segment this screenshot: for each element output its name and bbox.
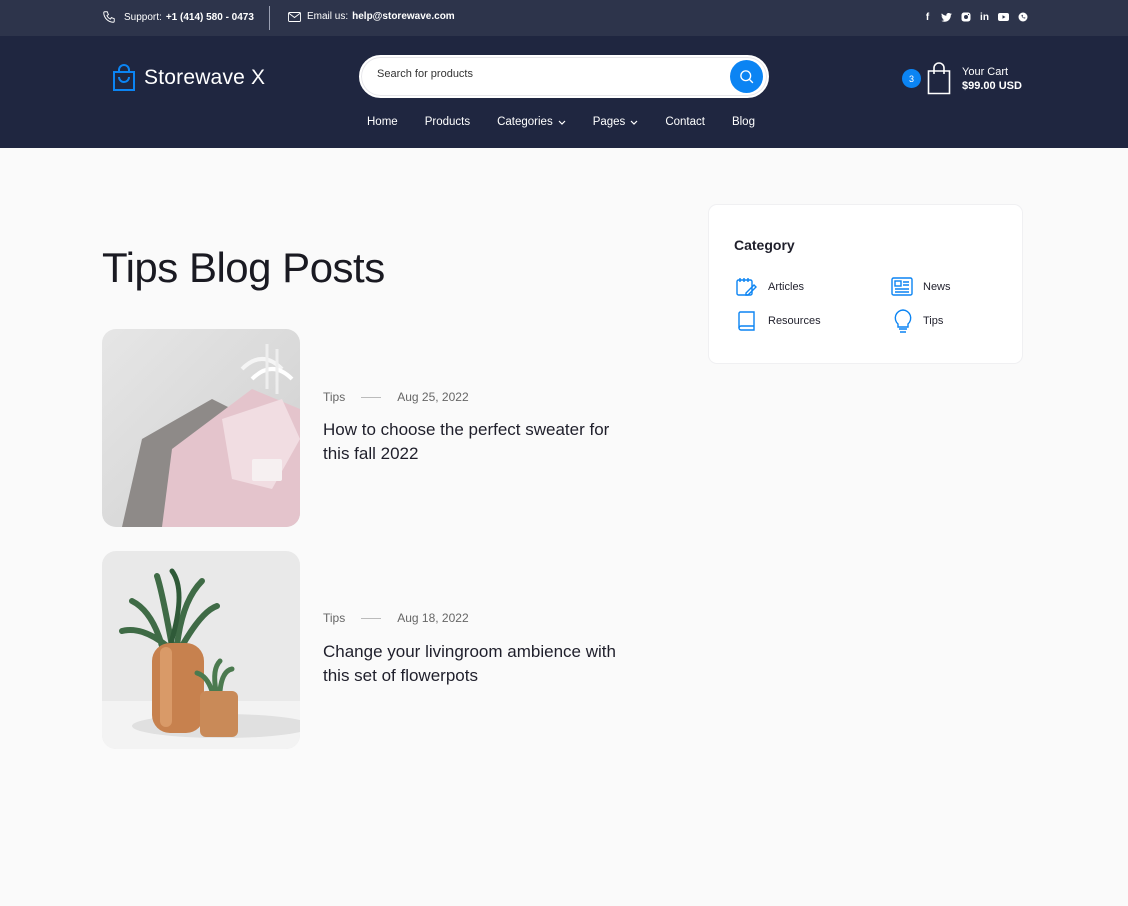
mail-icon — [288, 11, 301, 22]
post-title[interactable]: How to choose the perfect sweater for th… — [323, 418, 623, 466]
email-address[interactable]: help@storewave.com — [352, 11, 455, 22]
post-meta: Tips Aug 25, 2022 — [323, 390, 469, 404]
meta-divider — [361, 617, 382, 619]
cart-summary: Your Cart $99.00 USD — [962, 65, 1022, 93]
phone-icon — [103, 11, 115, 23]
post-thumbnail[interactable] — [102, 329, 300, 527]
notepad-pencil-icon — [736, 278, 757, 296]
post-thumbnail[interactable] — [102, 551, 300, 749]
nav-item-contact[interactable]: Contact — [665, 116, 705, 128]
lightbulb-icon — [894, 309, 912, 333]
top-bar: Support: +1 (414) 580 - 0473 Email us: h… — [0, 0, 1128, 36]
sidebar-heading: Category — [734, 237, 795, 253]
youtube-icon[interactable] — [998, 11, 1009, 23]
nav-label: Home — [367, 116, 398, 128]
search-button[interactable] — [730, 60, 763, 93]
book-icon — [738, 311, 755, 331]
category-news[interactable]: News — [891, 277, 951, 296]
support-info: Support: +1 (414) 580 - 0473 — [102, 10, 254, 24]
search-icon — [740, 70, 754, 84]
page-title: Tips Blog Posts — [102, 244, 385, 291]
email-label: Email us: — [307, 11, 349, 22]
post-category[interactable]: Tips — [323, 611, 345, 625]
category-label: Resources — [768, 315, 821, 327]
nav-item-home[interactable]: Home — [367, 116, 398, 128]
meta-divider — [361, 396, 382, 398]
main-nav: Home Products Categories Pages Contact B… — [367, 116, 782, 128]
nav-item-pages[interactable]: Pages — [593, 116, 639, 128]
topbar-divider — [269, 6, 270, 30]
cart-count-badge: 3 — [902, 69, 921, 88]
category-label: Articles — [768, 281, 805, 293]
cart-label: Your Cart — [962, 65, 1009, 78]
post-category[interactable]: Tips — [323, 390, 345, 404]
email-info: Email us: help@storewave.com — [288, 11, 455, 22]
cart-total: $99.00 USD — [962, 79, 1022, 92]
post-date: Aug 25, 2022 — [397, 390, 469, 404]
category-articles[interactable]: Articles — [736, 277, 804, 297]
search-bar — [359, 55, 769, 98]
nav-item-categories[interactable]: Categories — [497, 116, 566, 128]
twitter-icon[interactable] — [941, 11, 952, 23]
linkedin-icon[interactable]: in — [979, 11, 990, 23]
nav-label: Categories — [497, 116, 553, 128]
nav-label: Products — [424, 116, 471, 128]
chevron-down-icon — [558, 120, 566, 125]
nav-label: Contact — [665, 116, 705, 128]
blog-post-card[interactable]: Tips Aug 18, 2022 Change your livingroom… — [102, 551, 622, 749]
cart[interactable]: 3 Your Cart $99.00 USD — [902, 62, 1022, 95]
logo-text: Storewave X — [144, 66, 266, 89]
whatsapp-icon[interactable] — [1017, 11, 1028, 23]
nav-item-products[interactable]: Products — [425, 116, 470, 128]
newspaper-icon — [891, 277, 913, 296]
social-links: f in — [922, 11, 1028, 23]
category-label: Tips — [923, 315, 944, 327]
blog-post-card[interactable]: Tips Aug 25, 2022 How to choose the perf… — [102, 329, 622, 527]
shopping-bag-icon — [113, 64, 135, 91]
instagram-icon[interactable] — [960, 11, 971, 23]
category-resources[interactable]: Resources — [736, 310, 821, 332]
support-label: Support: — [124, 11, 162, 23]
category-tips[interactable]: Tips — [893, 309, 943, 333]
facebook-icon[interactable]: f — [922, 11, 933, 23]
nav-label: Blog — [731, 116, 755, 128]
nav-item-blog[interactable]: Blog — [732, 116, 755, 128]
category-sidebar: Category Articles News Resources Tips — [709, 205, 1022, 363]
support-phone[interactable]: +1 (414) 580 - 0473 — [166, 12, 254, 23]
post-title[interactable]: Change your livingroom ambience with thi… — [323, 640, 623, 688]
post-date: Aug 18, 2022 — [397, 611, 469, 625]
nav-label: Pages — [592, 116, 626, 128]
search-input[interactable] — [377, 68, 717, 80]
logo[interactable]: Storewave X — [112, 64, 265, 92]
main-header: Storewave X 3 Your Cart $99.00 USD Home … — [0, 36, 1128, 148]
shopping-bag-icon — [927, 62, 951, 95]
chevron-down-icon — [630, 120, 638, 125]
category-label: News — [923, 280, 951, 293]
post-meta: Tips Aug 18, 2022 — [323, 611, 469, 625]
